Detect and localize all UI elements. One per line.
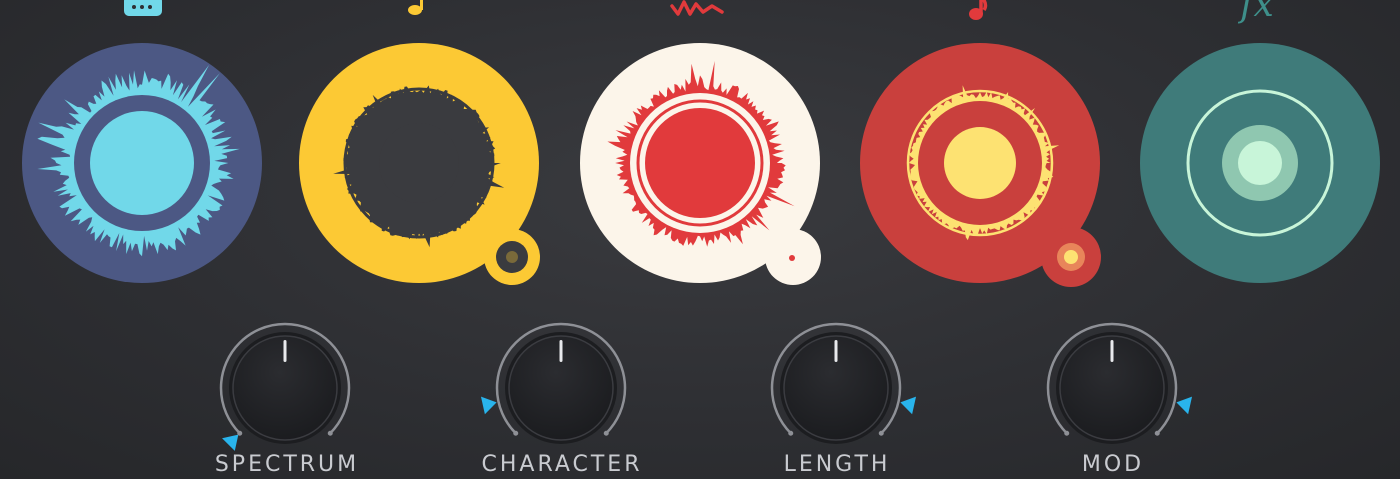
value-indicator[interactable] xyxy=(900,396,917,415)
sound-orb xyxy=(944,127,1016,199)
notes-module[interactable] xyxy=(299,43,540,285)
instrument-module[interactable] xyxy=(22,43,262,283)
sound-orb xyxy=(90,111,194,215)
music-note-icon xyxy=(969,0,988,20)
signature-icon xyxy=(670,0,724,16)
music-note-icon xyxy=(408,0,423,15)
knob-pointer xyxy=(559,340,563,362)
spectrum-label: SPECTRUM xyxy=(214,452,360,477)
length-knob[interactable] xyxy=(770,322,917,444)
fx-module[interactable] xyxy=(1140,43,1380,283)
spectrum-knob[interactable] xyxy=(219,322,351,451)
value-indicator[interactable] xyxy=(480,396,497,415)
mod-label: MOD xyxy=(1081,452,1145,477)
noise-module[interactable] xyxy=(580,43,821,285)
synth-panel: fx xyxy=(22,0,1380,451)
value-indicator[interactable] xyxy=(1176,396,1193,415)
character-knob[interactable] xyxy=(480,322,627,444)
knob-pointer xyxy=(1110,340,1114,362)
pitch-module[interactable] xyxy=(860,43,1101,287)
value-indicator[interactable] xyxy=(222,434,239,451)
sound-orb xyxy=(645,108,755,218)
mod-knob[interactable] xyxy=(1046,322,1193,444)
knob-pointer xyxy=(283,340,287,362)
fx-icon: fx xyxy=(1237,0,1274,25)
knob-pointer xyxy=(834,340,838,362)
character-label: CHARACTER xyxy=(481,452,643,477)
length-label: LENGTH xyxy=(783,452,891,477)
guitar-amp-icon xyxy=(124,0,162,16)
sound-orb xyxy=(379,123,459,203)
